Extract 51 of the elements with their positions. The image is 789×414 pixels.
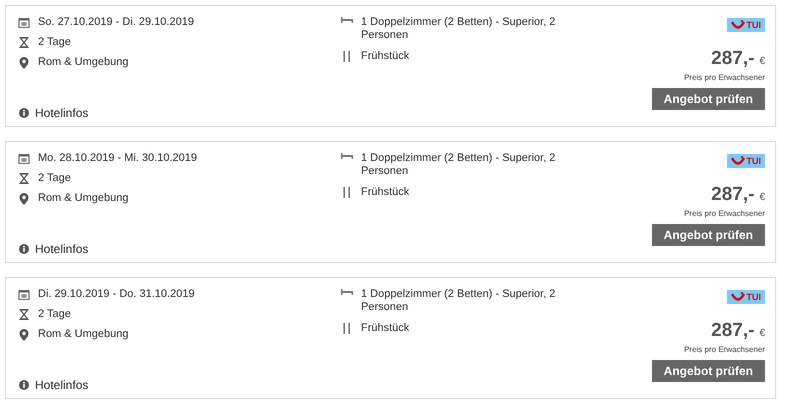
- price-note: Preis pro Erwachsener: [684, 73, 765, 82]
- location-text: Rom & Umgebung: [38, 56, 128, 69]
- location-pin-icon: [18, 57, 30, 69]
- location-pin-icon: [18, 329, 30, 341]
- date-range: Di. 29.10.2019 - Do. 31.10.2019: [38, 288, 195, 301]
- price: 287,-: [711, 184, 754, 206]
- board-text: Frühstück: [361, 186, 410, 199]
- hourglass-icon: [18, 309, 30, 320]
- price: 287,-: [711, 48, 754, 70]
- duration-text: 2 Tage: [38, 308, 71, 321]
- calendar-icon: [18, 153, 30, 164]
- calendar-icon: [18, 289, 30, 300]
- calendar-icon: [18, 17, 30, 28]
- hourglass-icon: [18, 173, 30, 184]
- bed-icon: [341, 289, 353, 295]
- location-text: Rom & Umgebung: [38, 192, 128, 205]
- currency: €: [759, 192, 765, 203]
- date-range: So. 27.10.2019 - Di. 29.10.2019: [38, 16, 194, 29]
- bed-icon: [341, 17, 353, 23]
- price-note: Preis pro Erwachsener: [684, 345, 765, 354]
- cutlery-icon: [341, 323, 353, 334]
- hotel-info-link[interactable]: Hotelinfos: [35, 243, 88, 256]
- duration-text: 2 Tage: [38, 36, 71, 49]
- location-text: Rom & Umgebung: [38, 328, 128, 341]
- cutlery-icon: [341, 51, 353, 62]
- price-note: Preis pro Erwachsener: [684, 209, 765, 218]
- cutlery-icon: [341, 187, 353, 198]
- board-text: Frühstück: [361, 50, 410, 63]
- room-text: 1 Doppelzimmer (2 Betten) - Superior, 2 Personen: [361, 288, 556, 314]
- info-icon: [18, 108, 30, 118]
- price: 287,-: [711, 320, 754, 342]
- operator-logo: TUI: [726, 154, 765, 168]
- info-icon: [18, 244, 30, 254]
- check-offer-button[interactable]: Angebot prüfen: [652, 360, 765, 382]
- board-text: Frühstück: [361, 322, 410, 335]
- hotel-info-link[interactable]: Hotelinfos: [35, 379, 88, 392]
- room-text: 1 Doppelzimmer (2 Betten) - Superior, 2 Personen: [361, 152, 556, 178]
- location-pin-icon: [18, 193, 30, 205]
- bed-icon: [341, 153, 353, 159]
- duration-text: 2 Tage: [38, 172, 71, 185]
- operator-logo: TUI: [726, 18, 765, 32]
- currency: €: [759, 56, 765, 67]
- check-offer-button[interactable]: Angebot prüfen: [652, 88, 765, 110]
- hotel-info-link[interactable]: Hotelinfos: [35, 107, 88, 120]
- check-offer-button[interactable]: Angebot prüfen: [652, 224, 765, 246]
- hourglass-icon: [18, 37, 30, 48]
- info-icon: [18, 380, 30, 390]
- currency: €: [759, 328, 765, 339]
- operator-logo: TUI: [726, 290, 765, 304]
- room-text: 1 Doppelzimmer (2 Betten) - Superior, 2 Personen: [361, 16, 556, 42]
- date-range: Mo. 28.10.2019 - Mi. 30.10.2019: [38, 152, 197, 165]
